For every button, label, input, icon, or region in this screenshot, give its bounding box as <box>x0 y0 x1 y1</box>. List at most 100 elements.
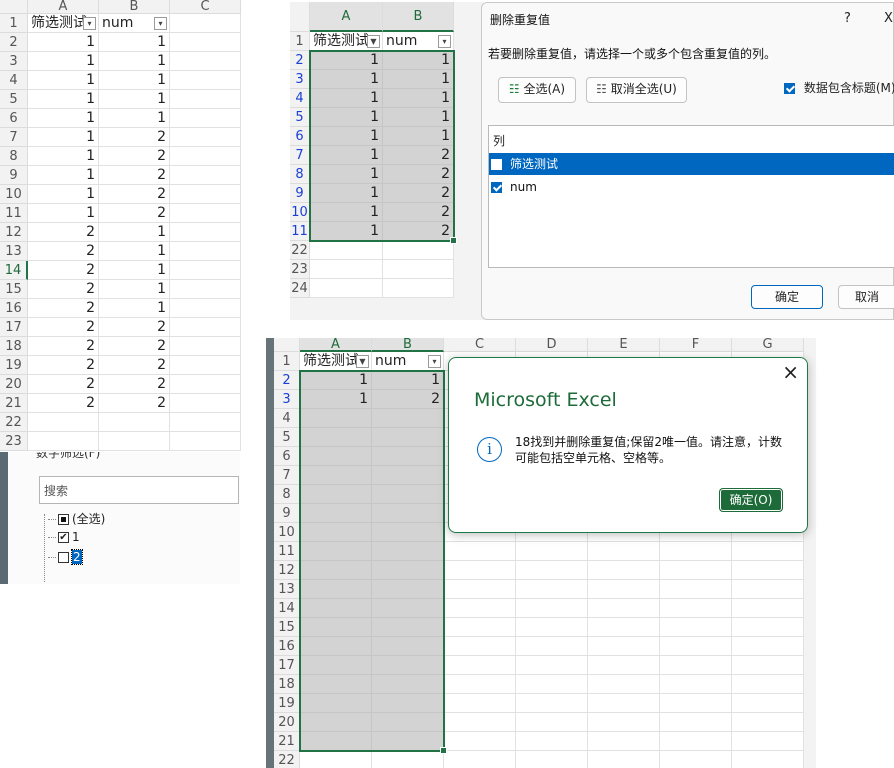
cell[interactable] <box>588 656 660 675</box>
cell[interactable] <box>170 109 241 128</box>
cell[interactable]: 2 <box>28 223 99 242</box>
cell[interactable] <box>660 656 732 675</box>
column-header-a[interactable]: A <box>310 2 383 32</box>
cell[interactable] <box>28 432 99 451</box>
row-header[interactable]: 23 <box>290 260 310 279</box>
cell[interactable] <box>170 299 241 318</box>
cell[interactable] <box>516 656 588 675</box>
filter-item[interactable]: ✔ 1 <box>48 530 80 548</box>
cell[interactable] <box>300 656 372 675</box>
cell[interactable] <box>372 618 444 637</box>
cell[interactable] <box>170 204 241 223</box>
cell[interactable] <box>660 751 732 768</box>
row-header[interactable]: 17 <box>0 318 28 337</box>
cell[interactable]: 2 <box>28 299 99 318</box>
cell[interactable]: 1 <box>99 109 170 128</box>
row-header[interactable]: 10 <box>0 185 28 204</box>
cell[interactable]: 2 <box>383 203 454 222</box>
column-header-a[interactable]: A <box>28 0 99 14</box>
cell[interactable]: 1 <box>28 204 99 223</box>
row-header[interactable]: 13 <box>0 242 28 261</box>
cell[interactable]: 1 <box>99 242 170 261</box>
cell[interactable]: 2 <box>383 184 454 203</box>
filter-item[interactable]: 2 <box>48 549 83 568</box>
cell[interactable]: 2 <box>28 337 99 356</box>
row-header[interactable]: 3 <box>0 52 28 71</box>
column-header-d[interactable]: D <box>516 338 588 352</box>
cell[interactable] <box>170 52 241 71</box>
column-list-item[interactable]: num <box>489 176 894 198</box>
cell[interactable] <box>170 413 241 432</box>
filter-active-icon[interactable]: ▼ <box>356 355 369 368</box>
cell[interactable] <box>732 637 804 656</box>
row-header[interactable]: 19 <box>0 356 28 375</box>
cell[interactable] <box>170 280 241 299</box>
cell[interactable] <box>588 732 660 751</box>
row-header[interactable]: 18 <box>274 675 300 694</box>
cell[interactable] <box>372 580 444 599</box>
cell[interactable] <box>588 751 660 768</box>
row-header[interactable]: 14 <box>274 599 300 618</box>
cell[interactable] <box>588 637 660 656</box>
cell[interactable]: 1 <box>310 184 383 203</box>
cell[interactable]: 2 <box>99 356 170 375</box>
row-header[interactable]: 16 <box>274 637 300 656</box>
cell[interactable]: 2 <box>99 318 170 337</box>
cell[interactable]: 1 <box>383 108 454 127</box>
row-header[interactable]: 22 <box>0 413 28 432</box>
cell[interactable]: 1 <box>99 223 170 242</box>
filter-dropdown-icon[interactable]: ▾ <box>154 17 167 30</box>
cell[interactable]: 1 <box>99 33 170 52</box>
row-header[interactable]: 3 <box>290 70 310 89</box>
cell[interactable]: 2 <box>99 375 170 394</box>
cell[interactable]: 1 <box>383 127 454 146</box>
cell[interactable] <box>372 599 444 618</box>
cell[interactable] <box>170 318 241 337</box>
cell[interactable] <box>732 713 804 732</box>
ok-button[interactable]: 确定(O) <box>719 488 783 512</box>
row-header[interactable]: 14 <box>0 261 28 280</box>
cell[interactable]: 1 <box>310 89 383 108</box>
row-header[interactable]: 10 <box>290 203 310 222</box>
cell[interactable]: 1 <box>28 128 99 147</box>
cell[interactable] <box>732 580 804 599</box>
cell[interactable] <box>300 599 372 618</box>
close-icon[interactable]: X <box>884 11 893 26</box>
cell[interactable] <box>660 542 732 561</box>
column-header-b[interactable]: B <box>372 338 444 352</box>
row-header[interactable]: 12 <box>0 223 28 242</box>
cell[interactable] <box>660 732 732 751</box>
row-header[interactable]: 8 <box>290 165 310 184</box>
row-header[interactable]: 5 <box>0 90 28 109</box>
cell[interactable] <box>300 542 372 561</box>
cell[interactable] <box>170 223 241 242</box>
cell[interactable] <box>516 694 588 713</box>
cell[interactable]: 1 <box>300 390 372 409</box>
cell[interactable] <box>383 260 454 279</box>
cell[interactable] <box>732 675 804 694</box>
filter-dropdown-icon[interactable]: ▾ <box>83 17 96 30</box>
row-header[interactable]: 1 <box>290 32 310 51</box>
row-header[interactable]: 4 <box>0 71 28 90</box>
cell[interactable] <box>588 618 660 637</box>
cell[interactable] <box>372 523 444 542</box>
cell[interactable]: 1 <box>28 185 99 204</box>
cell[interactable]: 2 <box>28 280 99 299</box>
cell[interactable] <box>732 751 804 768</box>
checkbox-checked-icon[interactable] <box>491 182 502 193</box>
column-header-c[interactable]: C <box>170 0 241 14</box>
column-header-g[interactable]: G <box>732 338 804 352</box>
cell[interactable] <box>516 637 588 656</box>
cell[interactable]: 1 <box>383 70 454 89</box>
row-header[interactable]: 16 <box>0 299 28 318</box>
cell[interactable]: 2 <box>28 318 99 337</box>
cell[interactable] <box>170 375 241 394</box>
unselect-all-button[interactable]: ☷ 取消全选(U) <box>586 77 687 103</box>
filter-dropdown-icon[interactable]: ▾ <box>428 355 441 368</box>
cell[interactable] <box>372 447 444 466</box>
row-header[interactable]: 7 <box>0 128 28 147</box>
cell[interactable]: 2 <box>28 394 99 413</box>
cell[interactable] <box>170 432 241 451</box>
row-header[interactable]: 8 <box>274 485 300 504</box>
cell[interactable] <box>516 732 588 751</box>
